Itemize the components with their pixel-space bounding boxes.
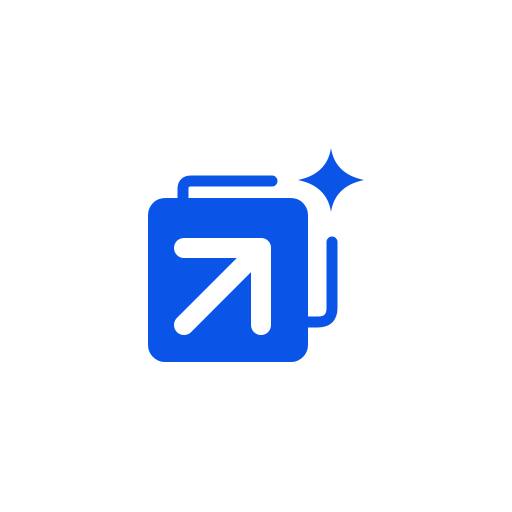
stacked-arrow-sparkle-logo-icon <box>148 148 364 362</box>
sparkle-star-icon <box>298 148 364 212</box>
icon-canvas <box>0 0 512 512</box>
